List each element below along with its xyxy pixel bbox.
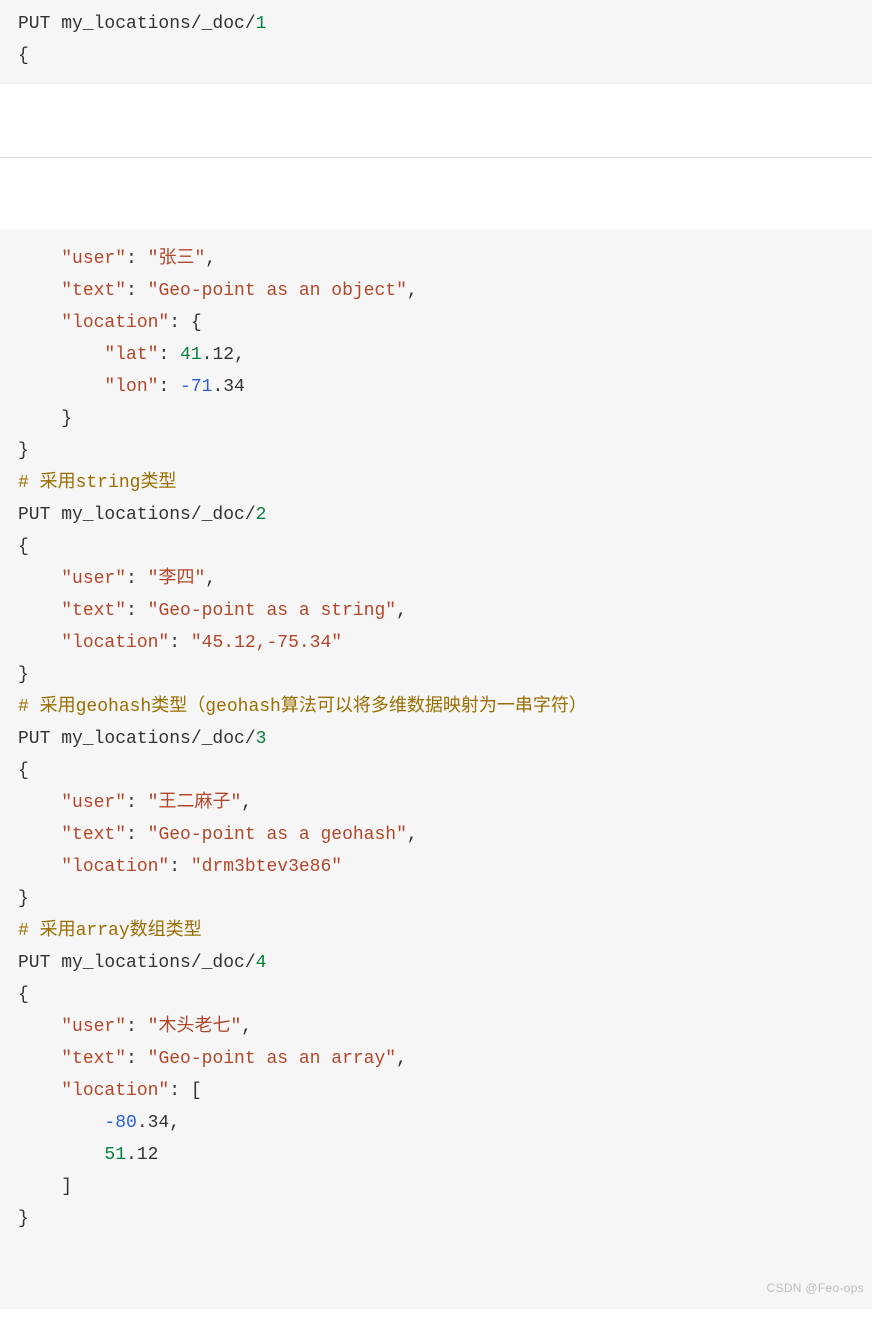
key-user: "user" [61,569,126,589]
comma: , [396,601,407,621]
key-user: "user" [61,249,126,269]
colon: : [126,1017,148,1037]
comment-hash: # [18,921,29,941]
brace-open: { [18,761,29,781]
key-text: "text" [61,281,126,301]
brace-close: } [18,665,29,685]
comma: , [241,1017,252,1037]
key-location: "location" [61,633,169,653]
brace-close: } [18,1209,29,1229]
comment-keyword-geohash: geohash [76,697,152,717]
key-location: "location" [61,1081,169,1101]
key-lat: "lat" [104,345,158,365]
comment-keyword-string: string [76,473,141,493]
colon: : [169,313,191,333]
colon: : [126,825,148,845]
comment-text: 算法可以将多维数据映射为一串字符） [281,697,587,717]
brace-open: { [18,985,29,1005]
comment-text: 类型 [140,473,176,493]
comment-text: 数组类型 [130,921,202,941]
brace-open: { [18,537,29,557]
code-block-top: PUT my_locations/_doc/1 { [0,0,872,84]
val-arr-lon-frac: .34 [137,1113,169,1133]
key-location: "location" [61,857,169,877]
colon: : [126,1049,148,1069]
put-verb: PUT my_locations/_doc/ [18,953,256,973]
comment-text: 采用 [29,697,76,717]
val-user-1: "张三" [148,249,206,269]
colon: : [169,1081,191,1101]
val-arr-lat-int: 51 [104,1145,126,1165]
comma: , [205,569,216,589]
comma: , [234,345,245,365]
bracket-close: ] [61,1177,72,1197]
key-user: "user" [61,793,126,813]
comment-hash: # [18,473,29,493]
colon: : [126,569,148,589]
comma: , [241,793,252,813]
comment-hash: # [18,697,29,717]
colon: : [158,345,180,365]
code-block-main: "user": "张三", "text": "Geo-point as an o… [0,229,872,1309]
brace-open: { [191,313,202,333]
key-text: "text" [61,1049,126,1069]
comma: , [205,249,216,269]
comment-keyword-geohash2: geohash [205,697,281,717]
put-verb: PUT my_locations/_doc/ [18,14,256,34]
put-verb: PUT my_locations/_doc/ [18,505,256,525]
brace-close: } [18,441,29,461]
colon: : [158,377,180,397]
colon: : [126,793,148,813]
colon: : [126,281,148,301]
val-text-3: "Geo-point as a geohash" [148,825,407,845]
colon: : [169,857,191,877]
comma: , [396,1049,407,1069]
comment-text: 采用 [29,921,76,941]
val-lat-int: 41 [180,345,202,365]
bracket-open: [ [191,1081,202,1101]
doc-id-3: 3 [256,729,267,749]
divider-line [0,157,872,158]
val-location-3: "drm3btev3e86" [191,857,342,877]
key-text: "text" [61,601,126,621]
key-user: "user" [61,1017,126,1037]
val-text-4: "Geo-point as an array" [148,1049,396,1069]
val-arr-lon-int: -80 [104,1113,136,1133]
brace-close: } [18,889,29,909]
val-lat-frac: .12 [202,345,234,365]
val-user-3: "王二麻子" [148,793,242,813]
doc-id-4: 4 [256,953,267,973]
key-text: "text" [61,825,126,845]
val-lon-frac: .34 [212,377,244,397]
doc-id-1: 1 [256,14,267,34]
val-arr-lat-frac: .12 [126,1145,158,1165]
val-user-4: "木头老七" [148,1017,242,1037]
comma: , [407,825,418,845]
comma: , [169,1113,180,1133]
colon: : [169,633,191,653]
val-lon-int: -71 [180,377,212,397]
key-lon: "lon" [104,377,158,397]
val-location-2: "45.12,-75.34" [191,633,342,653]
doc-id-2: 2 [256,505,267,525]
colon: : [126,601,148,621]
watermark-text: CSDN @Feo-ops [767,1272,864,1304]
put-verb: PUT my_locations/_doc/ [18,729,256,749]
comment-keyword-array: array [76,921,130,941]
key-location: "location" [61,313,169,333]
blank-spacer [0,85,872,229]
comment-text: 采用 [29,473,76,493]
colon: : [126,249,148,269]
val-text-1: "Geo-point as an object" [148,281,407,301]
brace-close: } [61,409,72,429]
comma: , [407,281,418,301]
val-text-2: "Geo-point as a string" [148,601,396,621]
val-user-2: "李四" [148,569,206,589]
comment-text: 类型（ [151,697,205,717]
brace-open: { [18,46,29,66]
